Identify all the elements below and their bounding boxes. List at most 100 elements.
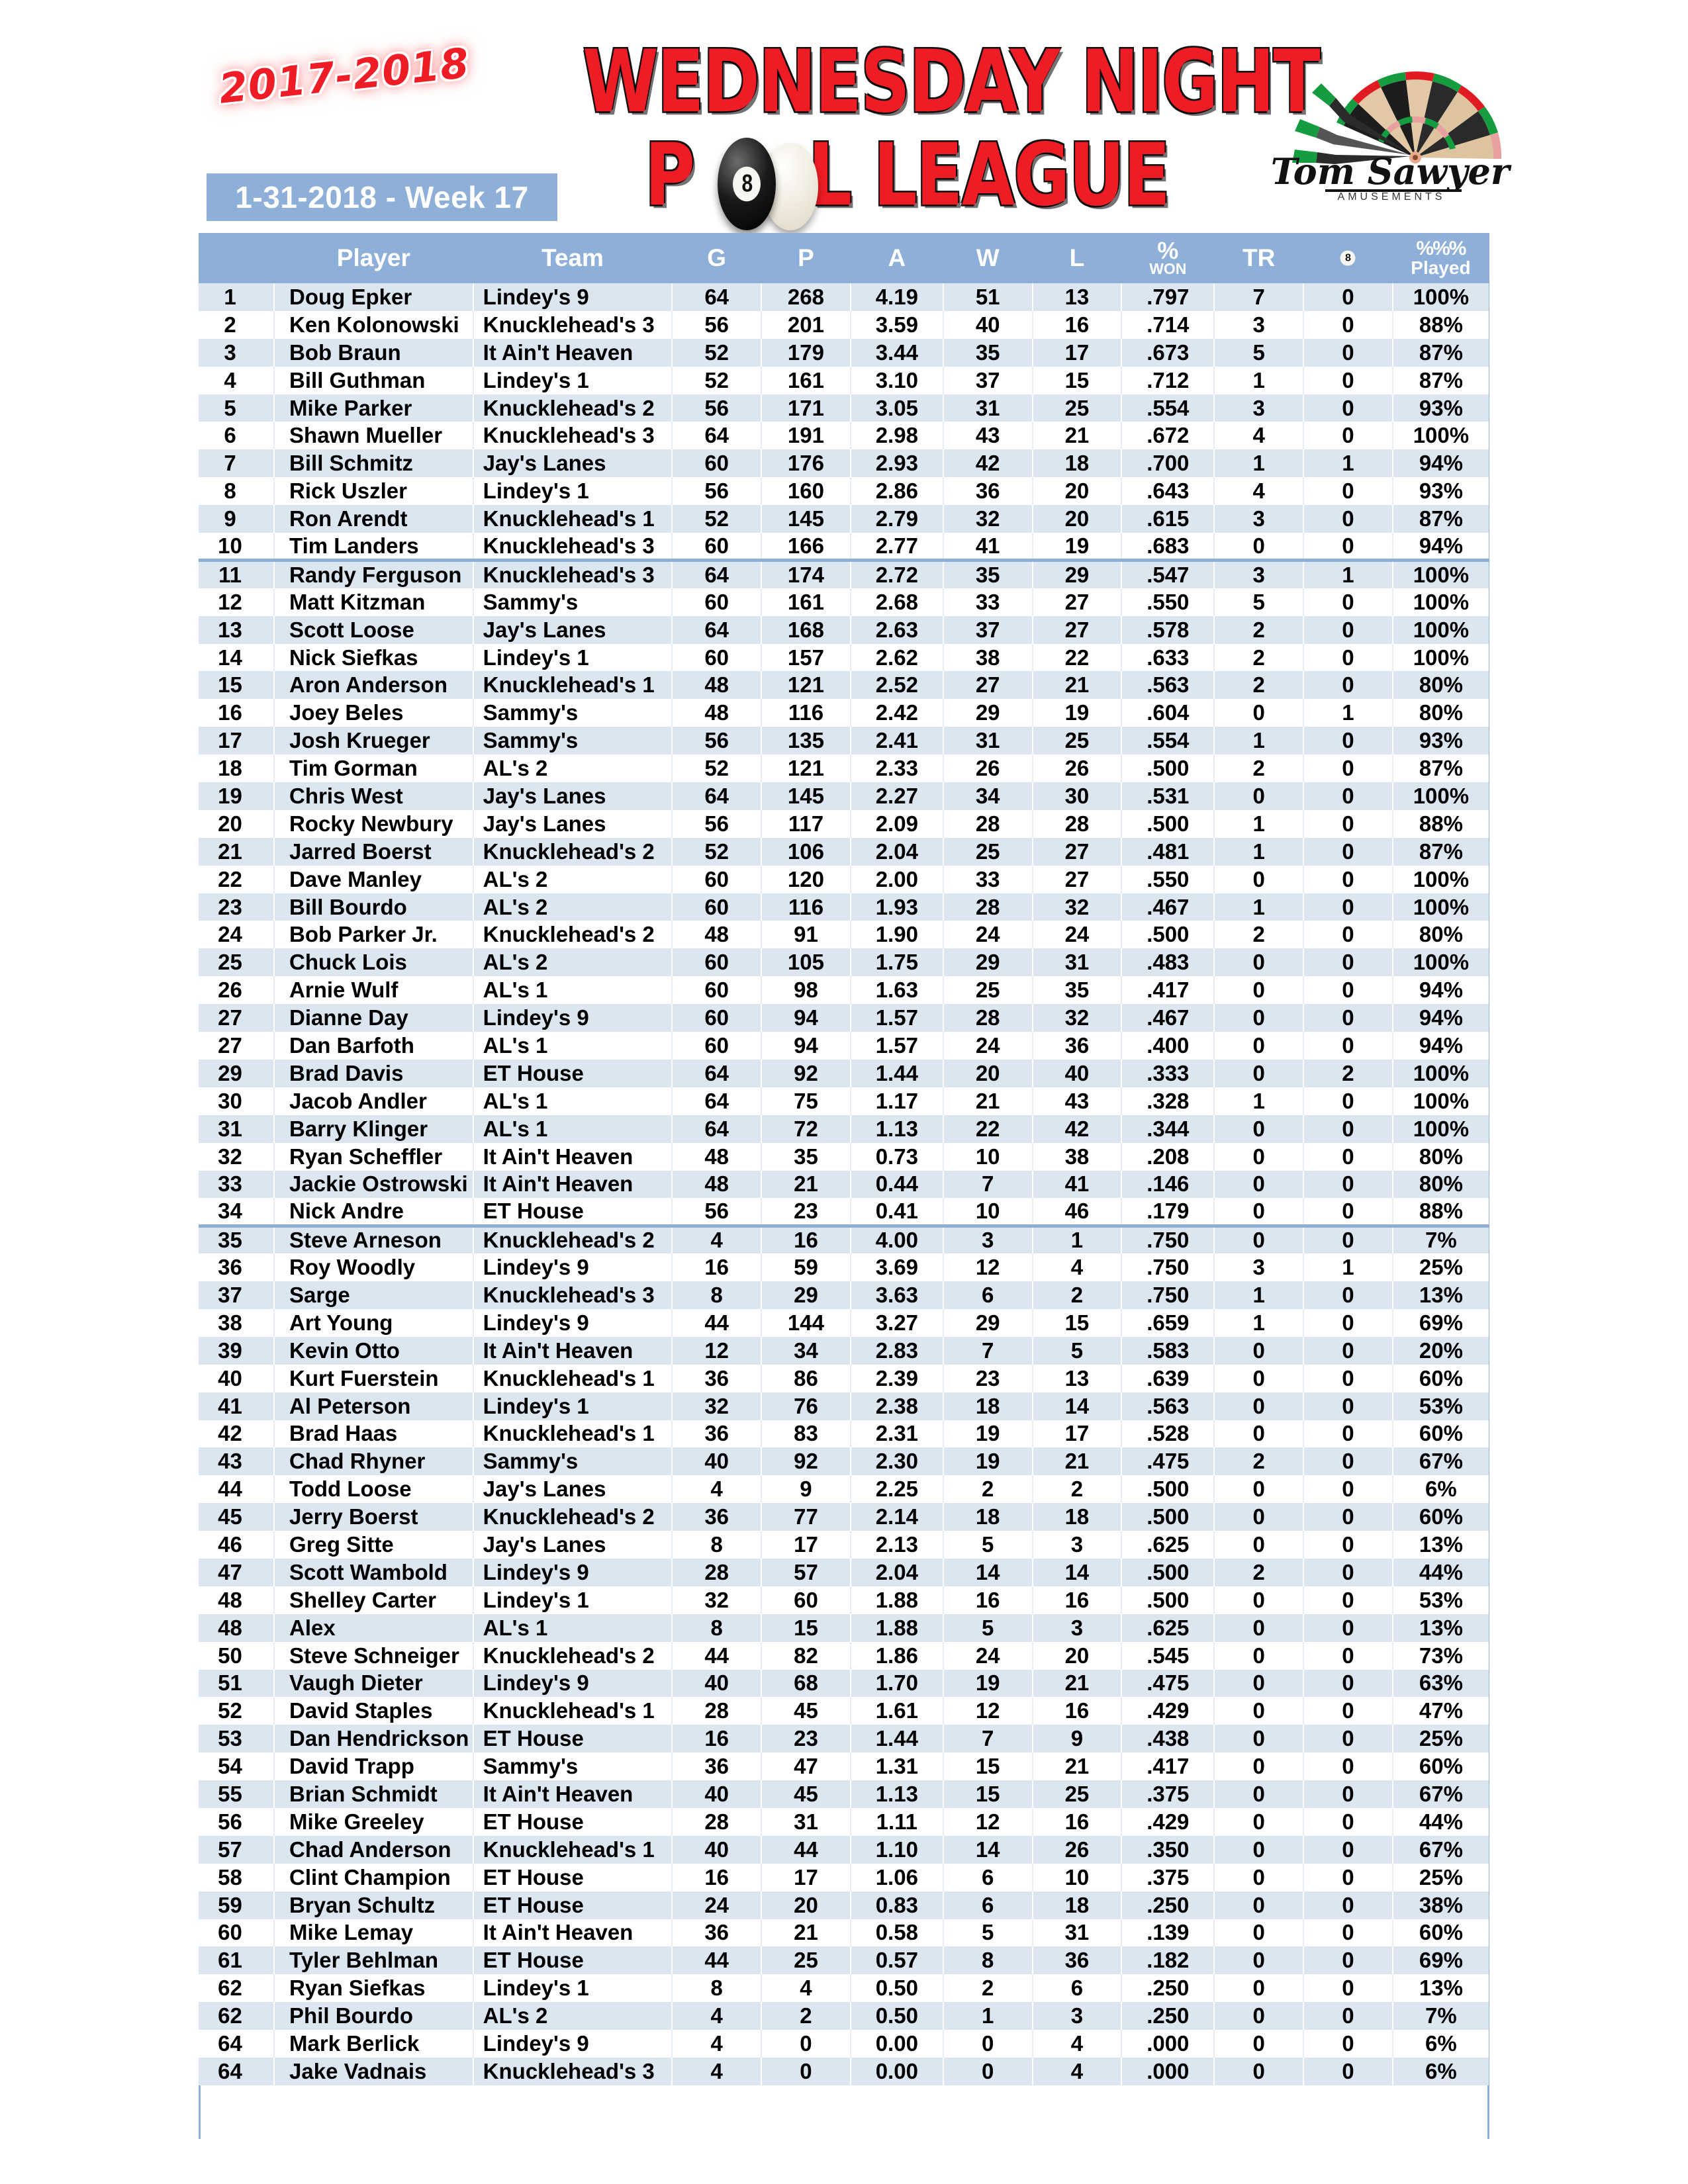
- cell-tr: 3: [1214, 559, 1305, 588]
- cell-pct-won: .625: [1121, 1531, 1215, 1559]
- cell-a: 3.27: [850, 1308, 944, 1337]
- cell-l: 42: [1032, 1115, 1123, 1143]
- cell-p: 72: [761, 1115, 851, 1143]
- cell-p: 144: [761, 1308, 851, 1337]
- cell-rank: 3: [199, 338, 275, 367]
- cell-p: 135: [761, 727, 851, 755]
- cell-team: ET House: [473, 1891, 673, 1919]
- col-header-points[interactable]: P: [761, 233, 851, 283]
- cell-eight: 0: [1303, 782, 1393, 810]
- col-header-team[interactable]: Team: [473, 233, 673, 283]
- cell-pct-played: 100%: [1413, 866, 1470, 891]
- cell-player: Josh Krueger: [274, 727, 474, 755]
- cell-l: 1: [1032, 1225, 1123, 1254]
- cell-eight: 0: [1303, 2030, 1393, 2058]
- cell-g: 60: [672, 533, 763, 563]
- cell-tr: 0: [1214, 1503, 1305, 1531]
- cell-a: 1.75: [850, 948, 944, 977]
- cell-pct-played: 100%: [1413, 1088, 1470, 1113]
- cell-eight: 0: [1303, 283, 1393, 311]
- cell-player: Greg Sitte: [274, 1531, 474, 1559]
- cell-g: 60: [672, 643, 763, 672]
- col-header-losses[interactable]: L: [1032, 233, 1123, 283]
- cell-tr: 0: [1214, 1059, 1305, 1087]
- cell-rank: 61: [199, 1946, 275, 1975]
- cell-a: 2.86: [850, 477, 944, 506]
- cell-pct-won: .545: [1121, 1641, 1215, 1670]
- cell-pct-won: .000: [1121, 2030, 1215, 2058]
- cell-team: Knucklehead's 2: [473, 1225, 673, 1254]
- cell-l: 31: [1032, 1919, 1123, 1947]
- cell-a: 1.44: [850, 1725, 944, 1753]
- cell-eight: 0: [1303, 1725, 1393, 1753]
- cell-pct-played: 93%: [1419, 395, 1463, 420]
- cell-p: 9: [761, 1475, 851, 1504]
- cell-team: AL's 1: [473, 1614, 673, 1642]
- cell-eight: 0: [1303, 2058, 1393, 2085]
- week-banner: 1-31-2018 - Week 17: [207, 173, 557, 221]
- cell-p: 94: [761, 1032, 851, 1060]
- col-header-wins[interactable]: W: [943, 233, 1033, 283]
- cell-pct-won: .528: [1121, 1420, 1215, 1448]
- cell-player: Clint Champion: [274, 1863, 474, 1891]
- cell-a: 4.00: [850, 1225, 944, 1254]
- cell-g: 44: [672, 1946, 763, 1975]
- cell-l: 6: [1032, 1974, 1123, 2003]
- cell-pct-played: 67%: [1419, 1782, 1463, 1807]
- col-header-pct-won[interactable]: % WON: [1121, 233, 1215, 283]
- cell-rank: 4: [199, 366, 275, 394]
- cell-eight: 0: [1303, 1420, 1393, 1448]
- cell-eight: 0: [1303, 615, 1393, 644]
- cell-pct-played: 67%: [1419, 1837, 1463, 1862]
- cell-l: 25: [1032, 1780, 1123, 1808]
- cell-pct-won: .467: [1121, 893, 1215, 921]
- cell-pct-won: .250: [1121, 1974, 1215, 2003]
- table-row: 1 Doug Epker Lindey's 9 64 268 4.19 51 13.797 7 0…: [199, 283, 1489, 311]
- cell-g: 36: [672, 1364, 763, 1392]
- cell-rank: 27: [199, 1004, 275, 1032]
- table-row: 20 Rocky Newbury Jay's Lanes 56 117 2.09 28 28.…: [199, 809, 1489, 838]
- table-row: 48 Alex AL's 1 8 15 1.88 5 3.625 0 0 13%: [199, 1614, 1489, 1642]
- table-row: 43 Chad Rhyner Sammy's 40 92 2.30 19 21.475 2 0 67…: [199, 1447, 1489, 1476]
- cell-w: 18: [943, 1503, 1033, 1531]
- cell-eight: 0: [1303, 1974, 1393, 2003]
- cell-p: 145: [761, 505, 851, 533]
- col-header-rank[interactable]: [199, 233, 275, 283]
- cell-rank: 47: [199, 1558, 275, 1586]
- cell-g: 4: [672, 2002, 763, 2030]
- cell-player: Chuck Lois: [274, 948, 474, 977]
- cell-rank: 5: [199, 394, 275, 422]
- cell-player: Mark Berlick: [274, 2030, 474, 2058]
- cell-eight: 0: [1303, 422, 1393, 450]
- cell-pct-played: 88%: [1419, 811, 1463, 836]
- cell-eight: 0: [1303, 1475, 1393, 1504]
- col-header-games[interactable]: G: [672, 233, 763, 283]
- cell-w: 27: [943, 671, 1033, 700]
- col-header-table-runs[interactable]: TR: [1214, 233, 1305, 283]
- cell-p: 25: [761, 1946, 851, 1975]
- cell-g: 64: [672, 1059, 763, 1087]
- cell-g: 64: [672, 559, 763, 588]
- col-header-pct-played[interactable]: %%% Played: [1392, 233, 1490, 283]
- cell-pct-played: 69%: [1419, 1310, 1463, 1335]
- cell-w: 29: [943, 1308, 1033, 1337]
- cell-eight: 0: [1303, 754, 1393, 783]
- col-header-player[interactable]: Player: [274, 233, 474, 283]
- table-row: 60 Mike Lemay It Ain't Heaven 36 21 0.58 5 31.1…: [199, 1919, 1489, 1947]
- col-header-average[interactable]: A: [850, 233, 944, 283]
- table-row: 17 Josh Krueger Sammy's 56 135 2.41 31 25.554 1 0…: [199, 727, 1489, 755]
- cell-pct-played: 94%: [1419, 1032, 1463, 1058]
- cell-pct-won: .467: [1121, 1004, 1215, 1032]
- cell-tr: 0: [1214, 1946, 1305, 1975]
- cell-p: 29: [761, 1281, 851, 1309]
- cell-a: 0.00: [850, 2030, 944, 2058]
- cell-player: Alex: [274, 1614, 474, 1642]
- cell-l: 19: [1032, 699, 1123, 727]
- cell-l: 22: [1032, 643, 1123, 672]
- cell-team: ET House: [473, 1059, 673, 1087]
- cell-a: 1.86: [850, 1641, 944, 1670]
- cell-pct-played: 100%: [1413, 783, 1470, 808]
- cell-player: Roy Woodly: [274, 1253, 474, 1282]
- col-header-eight-ball[interactable]: [1303, 233, 1393, 283]
- cell-p: 23: [761, 1725, 851, 1753]
